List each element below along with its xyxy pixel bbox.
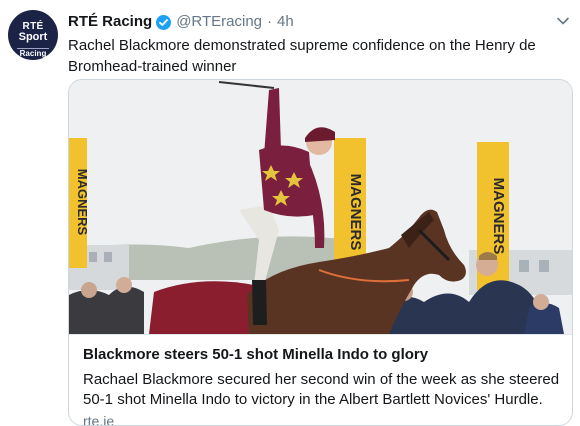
link-card[interactable]: MAGNERS MAGNERS MAGNERS Blackmore steers… [68, 79, 573, 426]
card-photo[interactable]: MAGNERS MAGNERS MAGNERS [69, 80, 572, 334]
separator-dot: · [267, 12, 272, 30]
chevron-down-icon[interactable] [556, 14, 570, 28]
banner-text-3: MAGNERS [75, 169, 90, 236]
tweet-header: RTÉ Racing @RTEracing · 4h [68, 10, 540, 32]
account-handle[interactable]: @RTEracing [176, 13, 262, 30]
card-title[interactable]: Blackmore steers 50-1 shot Minella Indo … [83, 346, 428, 363]
tweet-timestamp[interactable]: 4h [277, 13, 294, 30]
card-description: Rachael Blackmore secured her second win… [83, 371, 560, 408]
banner-text-1: MAGNERS [347, 174, 364, 251]
display-name[interactable]: RTÉ Racing [68, 13, 152, 30]
account-avatar[interactable]: RTÉ Sport Racing [8, 10, 58, 60]
avatar-sport-text: Sport [18, 31, 48, 43]
card-body[interactable]: Blackmore steers 50-1 shot Minella Indo … [69, 334, 572, 425]
tweet-text: Rachel Blackmore demonstrated supreme co… [68, 37, 536, 75]
verified-badge-icon [156, 14, 172, 30]
banner-text-2: MAGNERS [490, 178, 507, 255]
avatar-racing-text: Racing [19, 49, 47, 58]
